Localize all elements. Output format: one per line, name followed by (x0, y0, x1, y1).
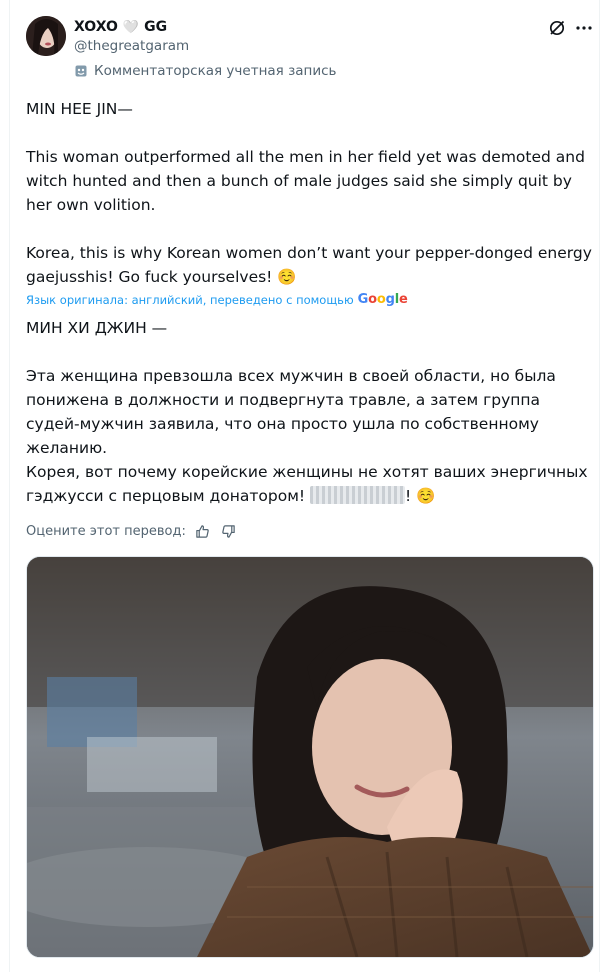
post-header: XOXO 🤍 GG @thegreatgaram Комментаторская… (26, 16, 592, 86)
account-label[interactable]: Комментаторская учетная запись (74, 63, 337, 79)
original-text-para2: This woman outperformed all the men in h… (26, 148, 585, 214)
display-name[interactable]: XOXO (74, 19, 118, 35)
commentator-badge-icon (74, 64, 88, 78)
user-handle[interactable]: @thegreatgaram (74, 38, 189, 54)
thumbs-up-icon[interactable] (194, 522, 212, 540)
display-name-suffix[interactable]: GG (144, 19, 167, 35)
name-row[interactable]: XOXO 🤍 GG (74, 17, 167, 37)
more-options-icon[interactable] (574, 18, 594, 38)
translation-note-text: Язык оригинала: английский, переведено с… (26, 292, 354, 307)
account-label-text: Комментаторская учетная запись (94, 63, 337, 79)
translated-text-para2: Эта женщина превзошла всех мужчин в свое… (26, 367, 556, 457)
right-border (599, 0, 600, 972)
translation-note[interactable]: Язык оригинала: английский, переведено с… (26, 292, 408, 307)
grok-icon[interactable] (547, 18, 567, 38)
translated-text-para3: Корея, вот почему корейские женщины не х… (26, 460, 596, 508)
left-border (9, 0, 10, 972)
thumbs-down-icon[interactable] (220, 522, 238, 540)
translated-para3-end: ! ☺️ (405, 487, 436, 505)
rate-label: Оцените этот перевод: (26, 523, 186, 539)
google-logo: Google (357, 292, 408, 307)
rate-translation: Оцените этот перевод: (26, 522, 238, 540)
translated-para3-start: Корея, вот почему корейские женщины не х… (26, 463, 588, 505)
translated-text-line1: МИН ХИ ДЖИН — (26, 319, 168, 337)
white-heart-icon: 🤍 (122, 19, 140, 35)
original-text-line1: MIN HEE JIN— (26, 100, 133, 118)
avatar[interactable] (26, 16, 66, 56)
post-photo[interactable] (26, 556, 594, 958)
original-text-para3: Korea, this is why Korean women don’t wa… (26, 244, 592, 286)
redacted-word (310, 486, 406, 504)
